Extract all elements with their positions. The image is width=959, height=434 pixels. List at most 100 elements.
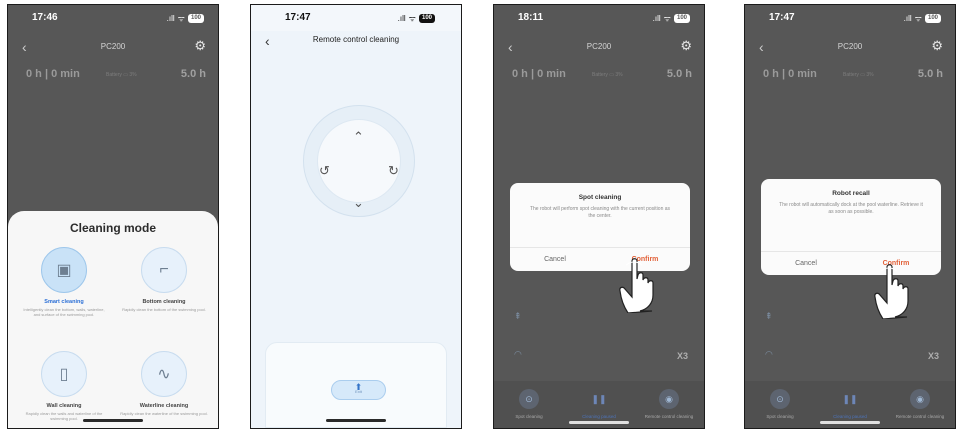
remaining-time: 5.0 h <box>917 68 943 80</box>
bottom-cleaning-icon: ⌐ <box>141 247 187 293</box>
phone-cleaning-mode: 17:46 .ıll ᯤ 100 ‹ PC200 ⚙ 0 h | 0 min B… <box>7 4 219 429</box>
gear-icon[interactable]: ⚙ <box>931 38 943 54</box>
gear-icon[interactable]: ⚙ <box>194 38 206 54</box>
tap-hand-icon <box>874 264 909 319</box>
action-label: Cleaning paused <box>833 414 867 419</box>
phone-spot-cleaning: 18:11 .ıll ᯤ 100 ‹ PC200 ⚙ 0 h | 0 min B… <box>493 4 705 429</box>
signal-icon: .ıll <box>166 14 175 23</box>
mode-name: Bottom cleaning <box>142 299 186 305</box>
mode-waterline-cleaning[interactable]: ∿ Waterline cleaning Rapidly clean the w… <box>114 351 214 416</box>
mode-name: Waterline cleaning <box>139 403 189 409</box>
status-bar: 17:46 .ıll ᯤ 100 <box>8 5 218 31</box>
mode-desc: Rapidly clean the waterline of the swimm… <box>120 411 208 416</box>
spot-cleaning-button[interactable]: ⊙ Spot cleaning <box>749 389 811 420</box>
remaining-time: 5.0 h <box>180 68 206 80</box>
signal-icon: .ıll <box>903 14 912 23</box>
stats-row: 0 h | 0 min Battery ▭ 3% 5.0 h <box>512 68 692 84</box>
surface-icon: ⇞ <box>765 311 773 321</box>
speed-multiplier: X3 <box>676 351 688 361</box>
home-indicator <box>83 419 143 422</box>
mode-name: Wall cleaning <box>46 403 82 409</box>
battery-icon: 100 <box>673 14 690 23</box>
phone-remote-control: 17:47 .ıll ᯤ 100 ‹ Remote control cleani… <box>250 4 462 429</box>
status-icons: .ıll ᯤ 100 <box>904 13 941 24</box>
action-label: Spot cleaning <box>766 414 794 419</box>
cancel-button[interactable]: Cancel <box>510 248 600 271</box>
status-time: 18:11 <box>518 12 544 23</box>
bottom-icon: ◠ <box>514 349 522 359</box>
up-arrow-icon[interactable]: ⌃ <box>353 129 364 145</box>
cleaning-mode-sheet: Cleaning mode ▣ Smart cleaning Intellige… <box>8 211 218 428</box>
signal-icon: .ıll <box>652 14 661 23</box>
cleaning-paused-button[interactable]: ❚❚ Cleaning paused <box>568 389 630 420</box>
battery-status: Battery ▭ 3% <box>592 72 623 78</box>
page-title: PC200 <box>586 42 612 51</box>
spot-cleaning-button[interactable]: ⊙ Spot cleaning <box>498 389 560 420</box>
status-bar: 18:11 .ıll ᯤ 100 <box>494 5 704 31</box>
spot-cleaning-icon: ⊙ <box>770 389 790 409</box>
dialog-body: The robot will automatically dock at the… <box>779 202 923 215</box>
dialog-body: The robot will perform spot cleaning wit… <box>529 206 671 219</box>
home-indicator <box>569 421 629 424</box>
signal-icon: .ıll <box>397 14 406 23</box>
sheet-title: Cleaning mode <box>69 221 156 235</box>
wifi-icon: ᯤ <box>408 14 416 23</box>
remote-control-button[interactable]: ◉ Remote control cleaning <box>889 389 951 420</box>
remaining-time: 5.0 h <box>666 68 692 80</box>
status-bar: 17:47 .ıll ᯤ 100 <box>745 5 955 31</box>
rotate-right-icon[interactable]: ↻ <box>388 163 399 179</box>
gear-icon[interactable]: ⚙ <box>680 38 692 54</box>
page-title: PC200 <box>100 42 126 51</box>
status-time: 17:46 <box>32 12 58 23</box>
dialog-title: Robot recall <box>832 190 870 197</box>
down-arrow-icon[interactable]: ⌄ <box>353 195 364 211</box>
mode-bottom-cleaning[interactable]: ⌐ Bottom cleaning Rapidly clean the bott… <box>114 247 214 312</box>
wifi-icon: ᯤ <box>177 14 185 23</box>
page-title: Remote control cleaning <box>312 35 400 44</box>
surface-icon: ⇞ <box>514 311 522 321</box>
rotate-left-icon[interactable]: ↺ <box>319 163 330 179</box>
cleaning-paused-button[interactable]: ❚❚ Cleaning paused <box>819 389 881 420</box>
cleaning-time: 0 h | 0 min <box>26 68 80 80</box>
phone-robot-recall: 17:47 .ıll ᯤ 100 ‹ PC200 ⚙ 0 h | 0 min B… <box>744 4 956 429</box>
action-bar: ⊙ Spot cleaning ❚❚ Cleaning paused ◉ Rem… <box>745 381 955 428</box>
remote-control-button[interactable]: ◉ Remote control cleaning <box>638 389 700 420</box>
wifi-icon: ᯤ <box>914 14 922 23</box>
robot-recall-dialog: Robot recall The robot will automaticall… <box>761 179 941 275</box>
mode-desc: Rapidly clean the bottom of the swimming… <box>122 307 206 312</box>
stats-row: 0 h | 0 min Battery ▭ 3% 5.0 h <box>763 68 943 84</box>
bottom-icon: ◠ <box>765 349 773 359</box>
waterline-cleaning-icon: ∿ <box>141 351 187 397</box>
home-indicator <box>326 419 386 422</box>
action-label: Remote control cleaning <box>644 414 694 419</box>
wifi-icon: ᯤ <box>663 14 671 23</box>
pause-icon: ❚❚ <box>591 394 607 404</box>
battery-icon: 100 <box>187 14 204 23</box>
cleaning-time: 0 h | 0 min <box>763 68 817 80</box>
status-time: 17:47 <box>769 12 795 23</box>
speed-multiplier: X3 <box>927 351 939 361</box>
battery-status: Battery ▭ 3% <box>843 72 874 78</box>
cleaning-time: 0 h | 0 min <box>512 68 566 80</box>
mode-wall-cleaning[interactable]: ▯ Wall cleaning Rapidly clean the walls … <box>14 351 114 421</box>
battery-icon: 100 <box>924 14 941 23</box>
remote-control-icon: ◉ <box>910 389 930 409</box>
action-label: Remote control cleaning <box>895 414 945 419</box>
tap-hand-icon <box>619 258 654 313</box>
mode-desc: Intelligently clean the bottom, walls, w… <box>23 307 105 317</box>
battery-icon: 100 <box>418 14 435 23</box>
page-title: PC200 <box>837 42 863 51</box>
action-label: Cleaning paused <box>582 414 616 419</box>
status-bar: 17:47 .ıll ᯤ 100 <box>251 5 461 31</box>
pause-icon: ❚❚ <box>842 394 858 404</box>
mode-name: Smart cleaning <box>44 299 84 305</box>
exit-button[interactable]: ⬆ Exit <box>331 380 386 400</box>
mode-smart-cleaning[interactable]: ▣ Smart cleaning Intelligently clean the… <box>14 247 114 317</box>
cancel-button[interactable]: Cancel <box>761 252 851 275</box>
smart-cleaning-icon: ▣ <box>41 247 87 293</box>
remote-control-icon: ◉ <box>659 389 679 409</box>
home-indicator <box>820 421 880 424</box>
action-bar: ⊙ Spot cleaning ❚❚ Cleaning paused ◉ Rem… <box>494 381 704 428</box>
status-icons: .ıll ᯤ 100 <box>398 13 435 24</box>
stats-row: 0 h | 0 min Battery ▭ 3% 5.0 h <box>26 68 206 84</box>
